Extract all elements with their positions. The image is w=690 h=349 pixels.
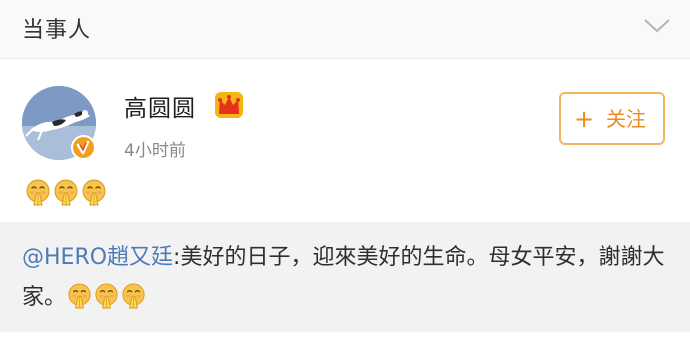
pray-emoji-icon	[80, 178, 108, 206]
post-time: 4小时前	[124, 141, 186, 161]
repost-text: @HERO趙又廷:美好的日子，迎來美好的生命。母女平安，謝謝大家。	[22, 238, 672, 318]
post-emoji-row	[24, 178, 108, 206]
chevron-down-icon[interactable]	[642, 16, 672, 36]
mention-link[interactable]: @HERO趙又廷	[22, 245, 173, 270]
pray-emoji-icon	[93, 282, 120, 309]
crown-icon[interactable]	[214, 91, 244, 119]
reposted-content[interactable]: @HERO趙又廷:美好的日子，迎來美好的生命。母女平安，謝謝大家。	[0, 222, 690, 332]
section-title: 当事人	[22, 18, 92, 43]
page-bottom	[0, 332, 690, 349]
pray-emoji-icon	[66, 282, 93, 309]
pray-emoji-icon	[120, 282, 147, 309]
follow-button[interactable]: + 关注	[559, 92, 665, 145]
avatar[interactable]	[22, 86, 96, 160]
pray-emoji-icon	[24, 178, 52, 206]
plus-icon: +	[574, 105, 595, 133]
post-card: 高圆圆 4小时前 + 关注	[0, 59, 690, 220]
verified-badge-icon	[71, 135, 96, 160]
section-header: 当事人	[0, 0, 690, 59]
user-name[interactable]: 高圆圆	[124, 89, 196, 123]
follow-label: 关注	[606, 107, 646, 131]
pray-emoji-icon	[52, 178, 80, 206]
weibo-page: 当事人 高圆圆 4小时前 + 关注 @HERO趙又廷:美好的日子，迎來美好的生命…	[0, 0, 690, 349]
